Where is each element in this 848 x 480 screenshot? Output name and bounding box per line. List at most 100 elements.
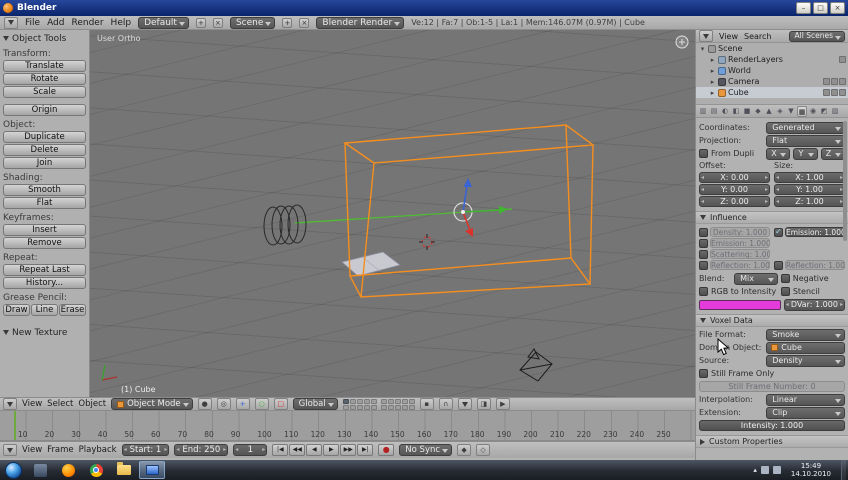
torus-object[interactable] [263, 204, 307, 246]
record-button[interactable]: ● [378, 444, 395, 456]
influence-slider[interactable]: Reflection: 1.000 [710, 260, 770, 270]
renderability-icon[interactable] [839, 89, 846, 96]
blend-mode-selector[interactable]: Mix [734, 272, 778, 285]
outliner-item-world[interactable]: ▸ World [696, 65, 848, 76]
manipulator-rotate-icon[interactable]: ○ [254, 398, 269, 410]
tool-button-join[interactable]: Join [3, 157, 86, 169]
new-texture-panel-header[interactable]: New Texture [3, 326, 86, 339]
window-titlebar[interactable]: Blender – □ × [0, 0, 848, 16]
influence-slider[interactable]: Scattering: 1.000 [710, 249, 770, 259]
outliner-scope-selector[interactable]: All Scenes [788, 30, 845, 42]
properties-tab[interactable]: ◧ [731, 106, 741, 117]
z-axis-selector[interactable]: Z [820, 147, 845, 160]
layer-toggle[interactable] [394, 398, 401, 404]
projection-selector[interactable]: Flat [766, 134, 845, 147]
selectability-icon[interactable] [831, 89, 838, 96]
scene-selector[interactable]: Scene [229, 16, 276, 29]
x-axis-selector[interactable]: X [766, 147, 791, 160]
layer-toggle[interactable] [380, 398, 387, 404]
still-frame-number-slider[interactable]: Still Frame Number: 0 [699, 381, 845, 392]
influence-checkbox[interactable] [699, 249, 708, 259]
tool-button-delete[interactable]: Delete [3, 144, 86, 156]
offset-x-field[interactable]: X: 0.00 [699, 172, 770, 183]
playback-button[interactable]: ▶ [323, 444, 340, 456]
tool-button-line[interactable]: Line [31, 304, 58, 316]
select-menu[interactable]: Select [47, 399, 73, 409]
properties-tab[interactable]: ◈ [775, 106, 785, 117]
tool-button-origin[interactable]: Origin [3, 104, 86, 116]
source-selector[interactable]: Density [766, 354, 845, 367]
influence-slider[interactable]: Emission: 1.000 [710, 238, 770, 248]
editor-type-button[interactable] [3, 444, 17, 456]
layer-toggle[interactable] [370, 404, 377, 410]
influence-slider[interactable]: Reflection: 1.000 [785, 260, 845, 270]
selectability-icon[interactable] [831, 78, 838, 85]
3d-viewport[interactable]: User Ortho (1) Cube [90, 30, 695, 397]
influence-checkbox[interactable] [774, 260, 783, 270]
outliner-item-cube[interactable]: ▸ Cube [696, 87, 848, 98]
expand-icon[interactable]: ▸ [709, 78, 716, 86]
current-frame-indicator[interactable] [14, 411, 16, 440]
render-opengl-icon[interactable]: ◨ [476, 398, 491, 410]
layer-toggle[interactable] [380, 404, 387, 410]
playback-button[interactable]: |◀ [272, 444, 289, 456]
playback-button[interactable]: ◀◀ [289, 444, 306, 456]
start-frame-field[interactable]: Start: 1 [121, 444, 170, 456]
lock-icon[interactable]: ▪ [419, 398, 434, 410]
render-opengl-anim-icon[interactable]: ▶ [495, 398, 510, 410]
tool-button-erase[interactable]: Erase [59, 304, 86, 316]
influence-slider[interactable]: Density: 1.000 [710, 227, 770, 237]
taskbar-explorer[interactable] [111, 461, 137, 479]
keyframe-icon[interactable]: ◇ [476, 444, 491, 456]
intensity-slider[interactable]: Intensity: 1.000 [699, 420, 845, 431]
taskbar-chrome[interactable] [83, 461, 109, 479]
outliner-item-camera[interactable]: ▸ Camera [696, 76, 848, 87]
help-menu[interactable]: Help [111, 18, 132, 28]
playback-button[interactable]: ◀ [306, 444, 323, 456]
snap-element-selector[interactable] [457, 398, 472, 410]
expand-icon[interactable]: ▸ [709, 89, 716, 97]
properties-tab[interactable]: ◆ [753, 106, 763, 117]
layer-toggle[interactable] [394, 404, 401, 410]
tool-button-scale[interactable]: Scale [3, 86, 86, 98]
layer-toggle[interactable] [408, 404, 415, 410]
visibility-icon[interactable] [823, 89, 830, 96]
maximize-button[interactable]: □ [813, 2, 828, 14]
view-menu[interactable]: View [22, 399, 42, 409]
sync-mode-selector[interactable]: No Sync [399, 444, 453, 456]
outliner-item-scene[interactable]: ▾ Scene [696, 43, 848, 54]
color-swatch[interactable] [699, 299, 781, 310]
playback-button[interactable]: ▶▶ [340, 444, 357, 456]
taskbar-firefox[interactable] [55, 461, 81, 479]
size-y-field[interactable]: Y: 1.00 [774, 184, 845, 195]
tool-button-repeat-last[interactable]: Repeat Last [3, 264, 86, 276]
manipulator-scale-icon[interactable]: □ [273, 398, 288, 410]
voxel-data-panel-header[interactable]: Voxel Data [696, 314, 848, 327]
y-axis-selector[interactable]: Y [793, 147, 818, 160]
layer-toggle[interactable] [363, 404, 370, 410]
layer-toggle[interactable] [363, 398, 370, 404]
influence-checkbox[interactable] [699, 260, 708, 270]
influence-slider[interactable]: Emission: 1.000 [785, 227, 845, 237]
tool-button-translate[interactable]: Translate [3, 60, 86, 72]
remove-scene-button[interactable]: × [299, 17, 310, 28]
timeline[interactable]: 10 20 30 40 50 60 70 80 90 100 110 120 130 140 150 160 1… [0, 411, 695, 441]
layer-toggle[interactable] [370, 398, 377, 404]
offset-y-field[interactable]: Y: 0.00 [699, 184, 770, 195]
size-x-field[interactable]: X: 1.00 [774, 172, 845, 183]
expand-toolbar-icon[interactable] [675, 35, 689, 49]
properties-tab[interactable]: ▼ [786, 106, 796, 117]
manipulator-translate-icon[interactable]: + [235, 398, 250, 410]
layer-toggle[interactable] [356, 398, 363, 404]
render-menu[interactable]: Render [72, 18, 104, 28]
influence-panel-header[interactable]: Influence [696, 211, 848, 224]
visibility-icon[interactable] [823, 78, 830, 85]
mode-selector[interactable]: Object Mode [111, 398, 193, 410]
outliner-item-renderlayers[interactable]: ▸ RenderLayers [696, 54, 848, 65]
current-frame-field[interactable]: 1 [233, 444, 268, 456]
view-menu[interactable]: View [22, 445, 42, 455]
editor-type-button[interactable] [3, 398, 17, 410]
editor-type-button[interactable] [699, 30, 713, 42]
network-icon[interactable] [760, 466, 769, 474]
layer-toggle[interactable] [349, 404, 356, 410]
